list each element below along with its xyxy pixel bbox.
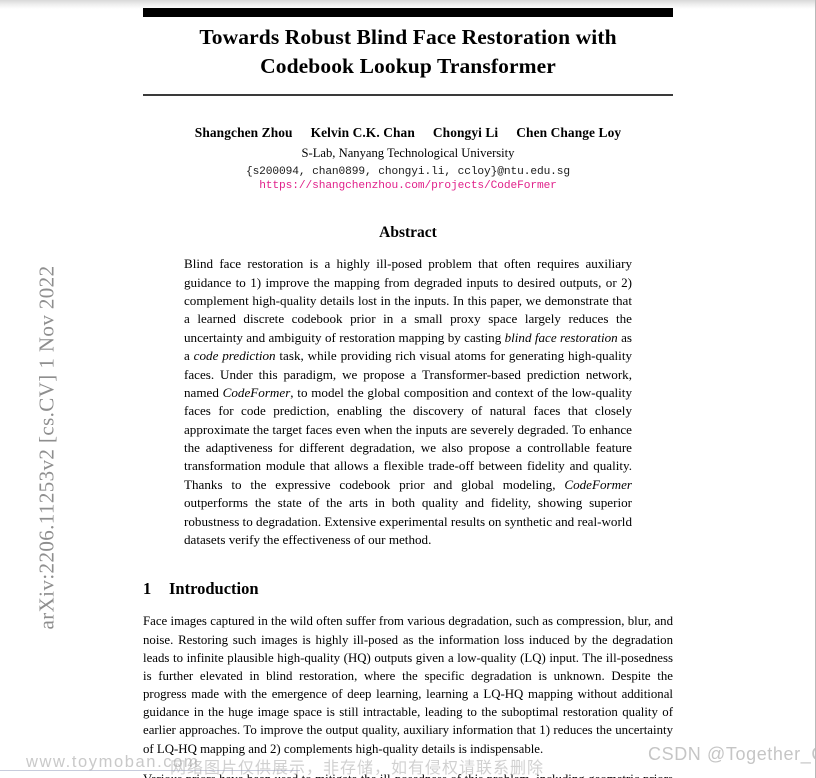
- paper-page: arXiv:2206.11253v2 [cs.CV] 1 Nov 2022 To…: [0, 0, 816, 778]
- author-name: Chen Change Loy: [516, 125, 622, 141]
- author-emails: {s200094, chan0899, chongyi.li, ccloy}@n…: [245, 166, 571, 179]
- title-divider-rule: [143, 94, 673, 97]
- abstract-emphasis: blind face restoration: [504, 329, 618, 345]
- abstract-part: , to model the global composition and co…: [184, 384, 632, 492]
- arxiv-identifier-stamp: arXiv:2206.11253v2 [cs.CV] 1 Nov 2022: [34, 265, 59, 630]
- affiliation: S-Lab, Nanyang Technological University: [301, 146, 515, 161]
- page-title: Towards Robust Blind Face Restoration wi…: [143, 23, 673, 80]
- author-name: Chongyi Li: [432, 125, 499, 141]
- paper-content: Towards Robust Blind Face Restoration wi…: [143, 0, 673, 778]
- abstract-emphasis: CodeFormer: [564, 476, 632, 492]
- section-title: Introduction: [169, 579, 259, 599]
- bottom-hairline: [0, 770, 300, 771]
- title-line-2: Codebook Lookup Transformer: [260, 53, 556, 78]
- abstract-part: outperforms the state of the arts in bot…: [184, 495, 632, 548]
- paragraph-part: Various priors have been used to mitigat…: [143, 772, 673, 778]
- watermark-csdn: CSDN @Together_CZ: [648, 744, 815, 764]
- author-name: Kelvin C.K. Chan: [310, 125, 415, 141]
- author-name: Shangchen Zhou: [194, 125, 293, 141]
- abstract-text: Blind face restoration is a highly ill-p…: [184, 255, 632, 549]
- section-heading-introduction: 1 Introduction: [143, 579, 673, 599]
- abstract-heading: Abstract: [379, 224, 437, 242]
- author-list: Shangchen Zhou Kelvin C.K. Chan Chongyi Li…: [143, 125, 673, 141]
- abstract-emphasis: CodeFormer: [222, 384, 291, 400]
- title-line-1: Towards Robust Blind Face Restoration wi…: [199, 25, 617, 49]
- section-number: 1: [143, 579, 152, 599]
- abstract-emphasis: code prediction: [193, 348, 276, 364]
- intro-paragraph-2: Various priors have been used to mitigat…: [143, 770, 673, 778]
- intro-paragraph-1: Face images captured in the wild often s…: [143, 614, 673, 756]
- project-page-url[interactable]: https://shangchenzhou.com/projects/CodeF…: [143, 180, 673, 192]
